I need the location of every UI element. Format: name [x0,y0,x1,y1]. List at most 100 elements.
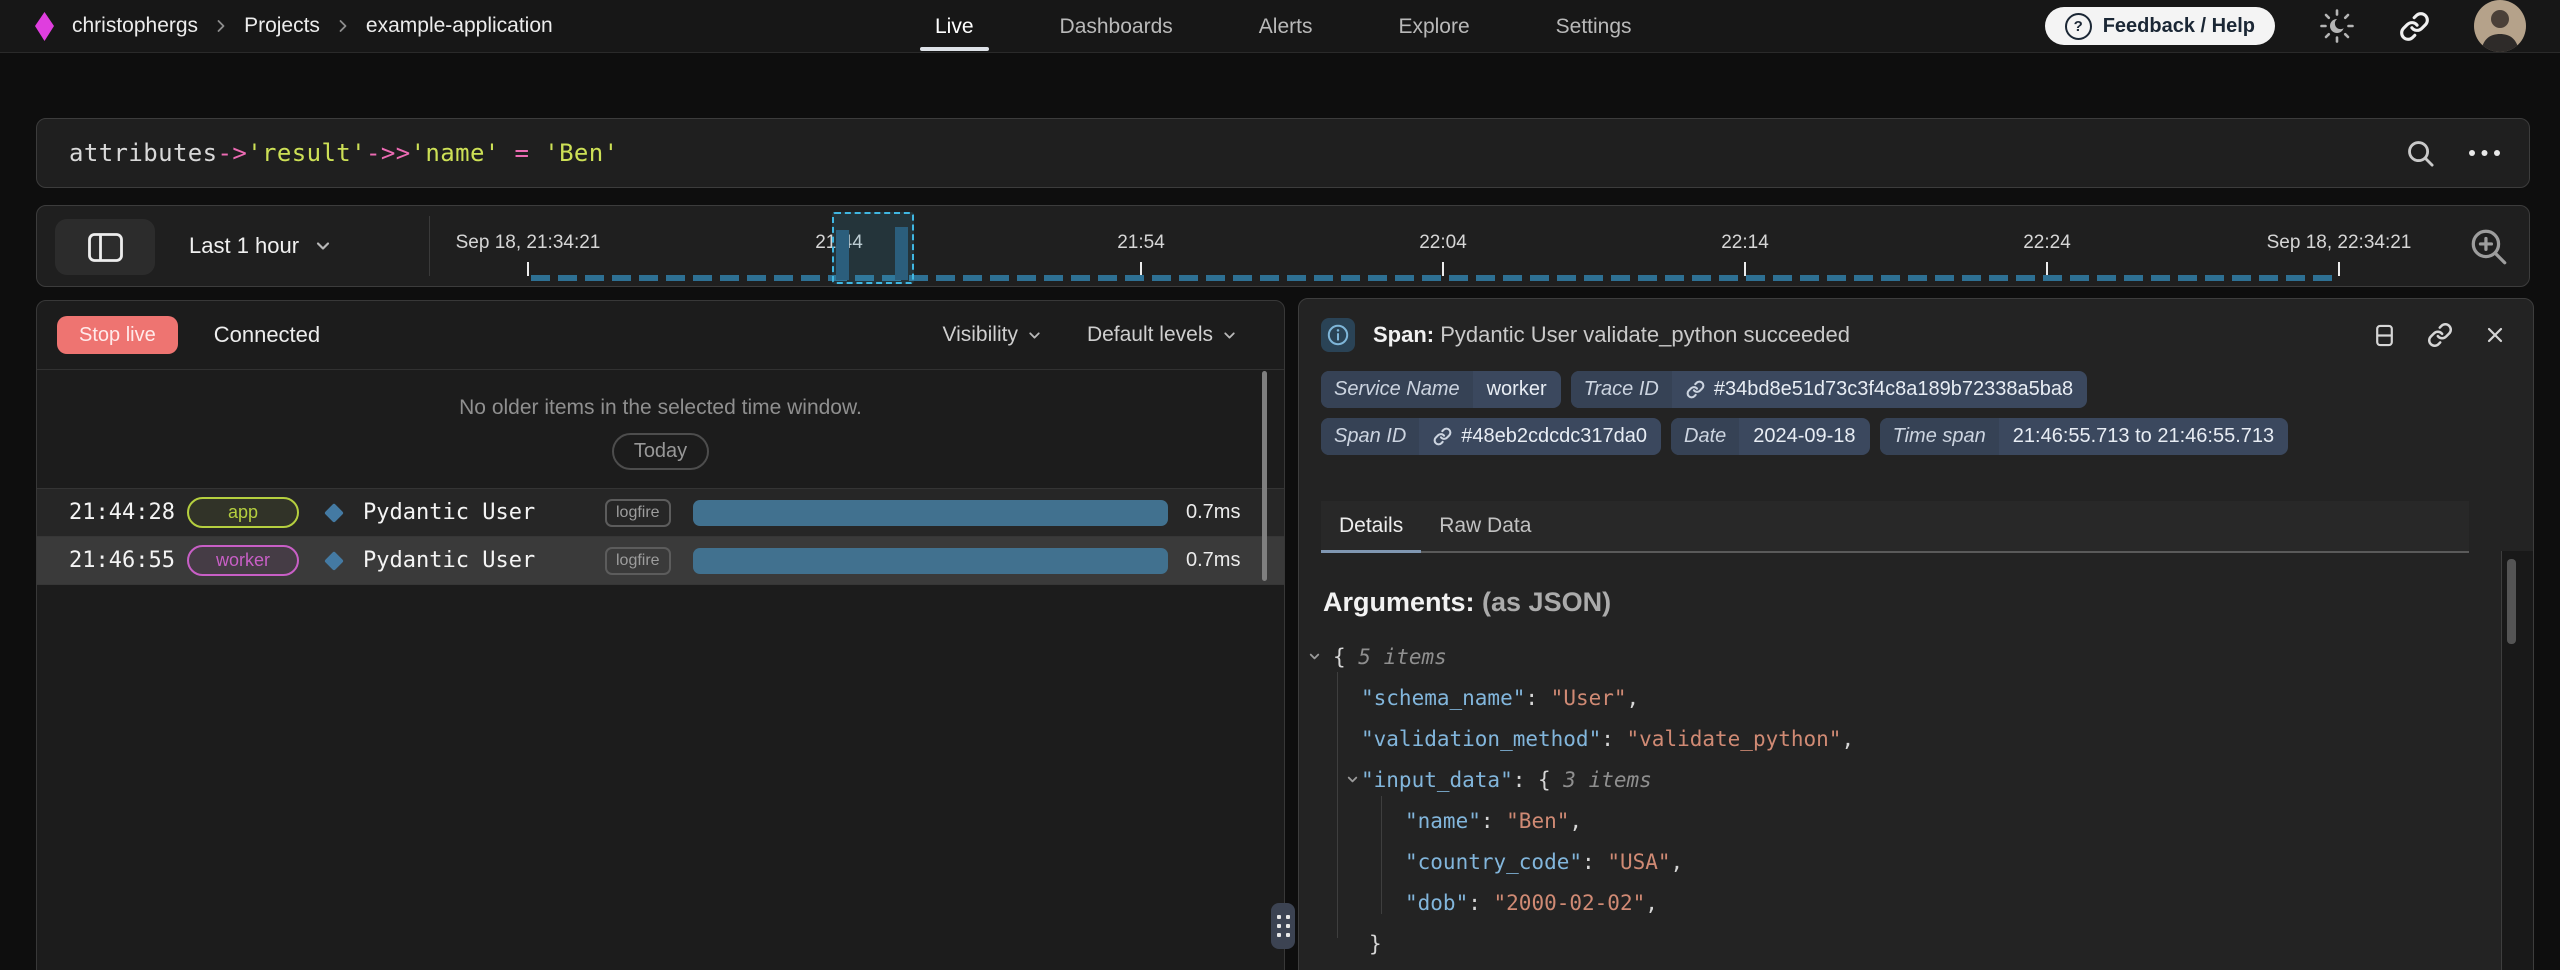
log-row[interactable]: 21:46:55workerPydantic Userlogfire0.7ms [37,537,1284,585]
time-range-bar: Last 1 hour Sep 18, 21:34:2121:4421:5422… [36,205,2530,287]
json-punct: : [1601,727,1626,751]
tab-raw-data[interactable]: Raw Data [1421,501,1549,551]
span-detail-panel: Span: Pydantic User validate_python succ… [1298,298,2534,970]
timeline-tick-label: 22:14 [1721,232,1769,254]
duration-label: 0.7ms [1186,501,1258,524]
meta-trace-id: Trace ID#34bd8e51d73c3f4c8a189b72338a5ba… [1571,371,2087,408]
logfire-logo-icon[interactable] [34,12,55,41]
json-line: "validation_method": "validate_python", [1323,718,2533,759]
more-options-icon[interactable] [2466,141,2503,165]
tab-dashboards[interactable]: Dashboards [1045,0,1188,53]
visibility-dropdown[interactable]: Visibility [942,323,1042,347]
info-icon [1321,318,1355,352]
span-metadata: Service NameworkerTrace ID#34bd8e51d73c3… [1299,363,2443,455]
query-token: 'result' [247,139,366,167]
search-icon[interactable] [2405,138,2436,169]
json-punct: , [1671,850,1684,874]
timeline-zoom-in-button[interactable] [2468,226,2509,267]
query-token: attributes [69,139,218,167]
feedback-help-button[interactable]: ? Feedback / Help [2045,7,2275,45]
breadcrumb-org[interactable]: christophergs [72,14,198,38]
meta-value[interactable]: #34bd8e51d73c3f4c8a189b72338a5ba8 [1672,371,2087,408]
json-str: "2000-02-02" [1494,891,1646,915]
default-levels-dropdown[interactable]: Default levels [1087,323,1238,347]
arguments-format-label: (as JSON) [1482,587,1611,617]
tab-details[interactable]: Details [1321,501,1421,551]
collapse-caret-icon[interactable] [1307,649,1322,664]
arguments-heading: Arguments: (as JSON) [1323,587,2533,618]
duration-bar[interactable] [693,548,1168,574]
query-bar-actions [2405,138,2503,169]
user-avatar[interactable] [2474,0,2526,52]
timeline-tick-label: Sep 18, 22:34:21 [2267,232,2412,254]
live-panel-scrollbar[interactable] [1262,371,1267,581]
log-row[interactable]: 21:44:28appPydantic Userlogfire0.7ms [37,489,1284,537]
json-punct: : [1481,809,1506,833]
query-token: 'name' [411,139,500,167]
today-badge[interactable]: Today [612,433,709,470]
collapse-caret-icon[interactable] [1345,772,1360,787]
span-panel-scrollbar-thumb[interactable] [2507,559,2516,644]
copy-link-icon[interactable] [2427,322,2453,348]
duration-bar[interactable] [693,500,1168,526]
live-view-panel: Stop live Connected Visibility Default l… [36,300,1285,970]
app-root: christophergs Projects example-applicati… [0,0,2560,970]
json-punct: , [1569,809,1582,833]
meta-value-text: worker [1487,378,1547,401]
span-panel-scrollbar-track [2501,551,2533,970]
meta-value-text: #34bd8e51d73c3f4c8a189b72338a5ba8 [1714,378,2073,401]
close-icon[interactable] [2483,323,2507,347]
json-line: "dob": "2000-02-02", [1323,882,2533,923]
tab-settings[interactable]: Settings [1541,0,1647,53]
timeline-tick-mark [1744,262,1746,276]
service-badge[interactable]: worker [187,545,299,576]
duration-label: 0.7ms [1186,549,1258,572]
span-detail-tabs: DetailsRaw Data [1321,501,2469,553]
help-icon: ? [2065,13,2092,40]
meta-value[interactable]: #48eb2cdcdc317da0 [1419,418,1661,455]
grip-dots-icon [1277,915,1290,937]
service-badge[interactable]: app [187,497,299,528]
nav-right-cluster: ? Feedback / Help [2045,0,2526,52]
stop-live-button[interactable]: Stop live [57,316,178,354]
meta-value: 2024-09-18 [1739,418,1869,455]
tab-explore[interactable]: Explore [1383,0,1484,53]
empty-state-message: No older items in the selected time wind… [37,396,1284,420]
json-line: "schema_name": "User", [1323,677,2533,718]
log-timestamp: 21:46:55 [69,548,187,573]
json-punct: { [1333,645,1358,669]
json-punct: } [1369,932,1382,956]
query-bar[interactable]: attributes->'result'->>'name' = 'Ben' [36,118,2530,188]
scope-badge: logfire [605,547,671,575]
histogram-bar [895,227,908,280]
span-panel-header: Span: Pydantic User validate_python succ… [1299,299,2533,363]
span-diamond-icon [324,551,344,571]
histogram-bar [836,230,849,280]
split-view-icon[interactable] [2372,323,2397,348]
share-link-icon[interactable] [2399,11,2430,42]
breadcrumb-projects[interactable]: Projects [244,14,320,38]
timeline-tick-label: 22:24 [2023,232,2071,254]
timeline-selection[interactable] [832,212,914,284]
json-key: "input_data" [1361,768,1513,792]
theme-toggle-icon[interactable] [2319,8,2355,44]
query-token: 'Ben' [544,139,618,167]
tab-live[interactable]: Live [920,0,989,53]
meta-time-span: Time span21:46:55.713 to 21:46:55.713 [1880,418,2289,455]
json-key: "dob" [1405,891,1468,915]
breadcrumb-project-name[interactable]: example-application [366,14,553,38]
chevron-right-icon [211,14,231,38]
span-panel-actions [2372,322,2507,348]
timeline[interactable]: Sep 18, 21:34:2121:4421:5422:0422:1422:2… [37,206,2529,286]
json-punct: : [1525,686,1550,710]
json-str: "User" [1551,686,1627,710]
feedback-help-label: Feedback / Help [2103,15,2255,38]
timeline-tick-mark [1442,262,1444,276]
log-rows: 21:44:28appPydantic Userlogfire0.7ms 21:4… [37,489,1284,585]
query-input[interactable]: attributes->'result'->>'name' = 'Ben' [69,139,618,167]
tab-alerts[interactable]: Alerts [1244,0,1328,53]
timeline-tick-mark [2338,262,2340,276]
meta-value-text: #48eb2cdcdc317da0 [1461,425,1647,448]
json-count: 3 items [1563,768,1652,792]
panel-resize-handle[interactable] [1271,903,1295,949]
